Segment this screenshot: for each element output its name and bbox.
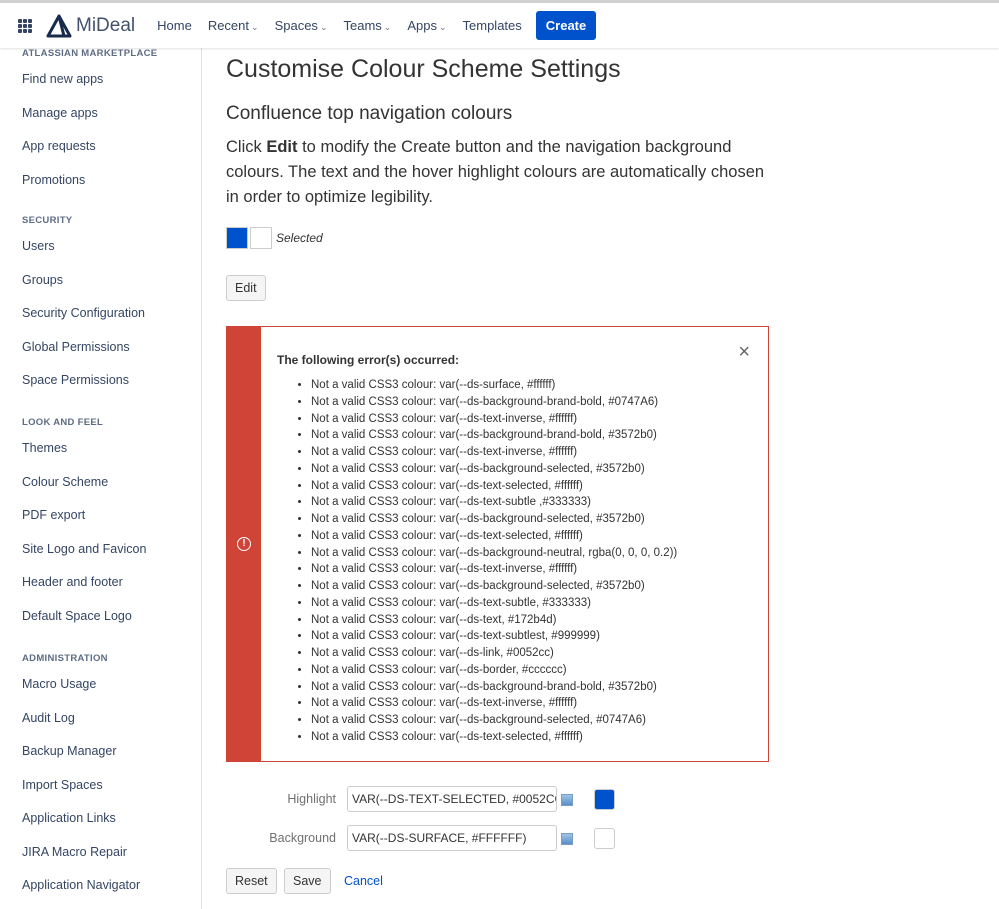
error-item: Not a valid CSS3 colour: var(--ds-backgr… [311,511,677,528]
highlight-input[interactable]: VAR(--DS-TEXT-SELECTED, #0052CC) [347,786,557,812]
error-item: Not a valid CSS3 colour: var(--ds-backgr… [311,578,677,595]
colour-picker-icon[interactable] [561,794,573,806]
top-navigation: MiDeal Home Recent ⌄ Spaces ⌄ Teams ⌄ Apps ⌄ Temp… [0,0,999,48]
chevron-down-icon: ⌄ [438,22,447,32]
error-item: Not a valid CSS3 colour: var(--ds-text, … [311,612,677,629]
page-title: Customise Colour Scheme Settings [226,55,621,83]
logo[interactable]: MiDeal [46,14,135,38]
sidebar: ATLASSIAN MARKETPLACE Find new apps Manage… [0,48,202,909]
sidebar-item-find-new-apps[interactable]: Find new apps [22,72,103,86]
error-item: Not a valid CSS3 colour: var(--ds-text-s… [311,494,677,511]
error-item: Not a valid CSS3 colour: var(--ds-border… [311,662,677,679]
error-list: Not a valid CSS3 colour: var(--ds-surfac… [311,377,677,746]
sidebar-item-manage-apps[interactable]: Manage apps [22,106,98,120]
error-bar: ! [227,327,261,761]
nav-spaces[interactable]: Spaces ⌄ [275,18,328,33]
error-item: Not a valid CSS3 colour: var(--ds-backgr… [311,712,677,729]
nav-home[interactable]: Home [157,18,192,33]
nav-label: Templates [462,18,522,33]
error-item: Not a valid CSS3 colour: var(--ds-text-i… [311,411,677,428]
background-colour-preview [594,828,615,849]
sidebar-item-colour-scheme[interactable]: Colour Scheme [22,475,108,489]
nav-recent[interactable]: Recent ⌄ [208,18,259,33]
sidebar-item-application-links[interactable]: Application Links [22,811,116,825]
error-item: Not a valid CSS3 colour: var(--ds-backgr… [311,427,677,444]
close-icon[interactable]: × [738,341,750,364]
sidebar-heading: ADMINISTRATION [22,653,108,664]
background-input[interactable]: VAR(--DS-SURFACE, #FFFFFF) [347,825,557,851]
sidebar-item-backup-manager[interactable]: Backup Manager [22,744,117,758]
error-title: The following error(s) occurred: [277,353,460,367]
error-item: Not a valid CSS3 colour: var(--ds-text-s… [311,628,677,645]
error-item: Not a valid CSS3 colour: var(--ds-backgr… [311,394,677,411]
nav-label: Home [157,18,192,33]
highlight-label: Highlight [287,792,336,806]
sidebar-item-app-requests[interactable]: App requests [22,139,96,153]
logo-icon [46,14,72,37]
edit-button[interactable]: Edit [226,275,266,301]
sidebar-item-groups[interactable]: Groups [22,273,63,287]
error-item: Not a valid CSS3 colour: var(--ds-text-s… [311,528,677,545]
error-item: Not a valid CSS3 colour: var(--ds-backgr… [311,679,677,696]
sidebar-item-import-spaces[interactable]: Import Spaces [22,778,103,792]
nav-templates[interactable]: Templates [463,18,522,33]
sidebar-item-application-navigator[interactable]: Application Navigator [22,878,140,892]
selected-label: Selected [276,231,323,245]
description: Click Edit to modify the Create button a… [226,138,765,206]
cancel-link[interactable]: Cancel [344,874,383,888]
nav-label: Spaces [274,18,318,33]
chevron-down-icon: ⌄ [319,22,328,32]
nav-label: Teams [343,18,382,33]
sidebar-item-themes[interactable]: Themes [22,441,67,455]
nav-teams[interactable]: Teams ⌄ [343,18,391,33]
sidebar-heading: ATLASSIAN MARKETPLACE [22,48,158,59]
error-item: Not a valid CSS3 colour: var(--ds-text-i… [311,695,677,712]
chevron-down-icon: ⌄ [251,22,259,32]
error-item: Not a valid CSS3 colour: var(--ds-text-i… [311,561,677,578]
error-item: Not a valid CSS3 colour: var(--ds-text-s… [311,595,677,612]
error-item: Not a valid CSS3 colour: var(--ds-backgr… [311,545,677,562]
error-item: Not a valid CSS3 colour: var(--ds-backgr… [311,461,677,478]
sidebar-item-space-permissions[interactable]: Space Permissions [22,373,129,387]
create-button[interactable]: Create [535,11,597,40]
sidebar-item-users[interactable]: Users [22,239,55,253]
chevron-down-icon: ⌄ [383,22,392,32]
selected-swatch-primary [226,227,248,249]
sidebar-item-audit-log[interactable]: Audit Log [22,711,75,725]
sidebar-item-header-and-footer[interactable]: Header and footer [22,575,123,589]
error-icon: ! [237,537,251,551]
error-item: Not a valid CSS3 colour: var(--ds-surfac… [311,377,677,394]
sidebar-item-promotions[interactable]: Promotions [22,173,85,187]
sidebar-item-pdf-export[interactable]: PDF export [22,508,85,522]
brand-name: MiDeal [76,14,136,36]
sidebar-item-global-permissions[interactable]: Global Permissions [22,340,130,354]
sidebar-heading: SECURITY [22,215,73,226]
save-button[interactable]: Save [284,868,331,894]
sidebar-item-macro-usage[interactable]: Macro Usage [22,677,96,691]
app-switcher-icon[interactable] [18,18,32,33]
sidebar-heading: LOOK AND FEEL [22,417,104,428]
selected-swatch-secondary [250,227,272,249]
nav-menu: Home Recent ⌄ Spaces ⌄ Teams ⌄ Apps ⌄ Templates [157,18,538,33]
sidebar-item-default-space-logo[interactable]: Default Space Logo [22,609,132,623]
reset-button[interactable]: Reset [226,868,277,894]
error-item: Not a valid CSS3 colour: var(--ds-link, … [311,645,677,662]
error-item: Not a valid CSS3 colour: var(--ds-text-i… [311,444,677,461]
nav-label: Apps [407,18,437,33]
nav-apps[interactable]: Apps ⌄ [407,18,446,33]
section-title: Confluence top navigation colours [226,103,513,124]
colour-picker-icon[interactable] [561,833,573,845]
error-item: Not a valid CSS3 colour: var(--ds-text-s… [311,729,677,746]
highlight-colour-preview [594,789,615,810]
background-label: Background [269,831,336,845]
sidebar-item-jira-macro-repair[interactable]: JIRA Macro Repair [22,845,127,859]
error-message: ! The following error(s) occurred: × Not… [226,326,769,762]
sidebar-item-site-logo-and-favicon[interactable]: Site Logo and Favicon [22,542,146,556]
sidebar-item-security-configuration[interactable]: Security Configuration [22,306,145,320]
error-item: Not a valid CSS3 colour: var(--ds-text-s… [311,478,677,495]
nav-label: Recent [207,18,250,33]
